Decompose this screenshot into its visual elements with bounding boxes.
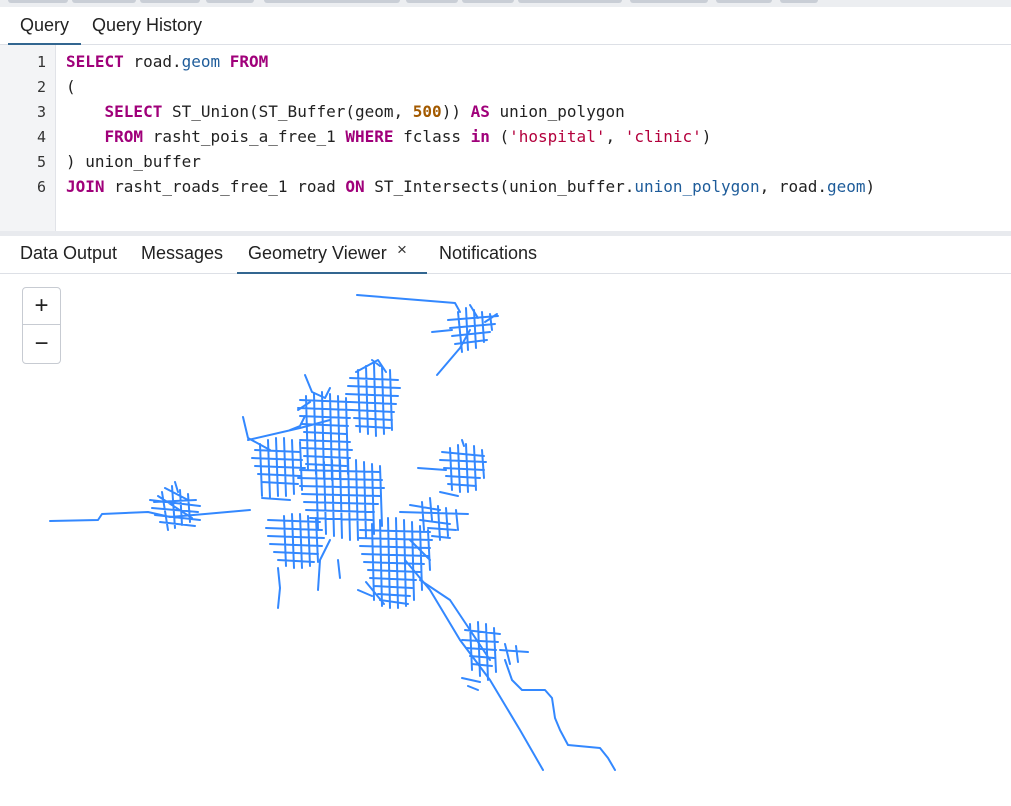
zoom-out-button[interactable]: −	[23, 326, 60, 363]
road-line	[317, 539, 341, 591]
road-line	[431, 304, 499, 353]
road-line	[417, 439, 487, 497]
zoom-in-button[interactable]: +	[23, 288, 60, 325]
road-line	[304, 374, 331, 399]
road-line	[399, 497, 469, 561]
road-geometry-layer	[49, 294, 616, 771]
road-line	[357, 517, 433, 609]
road-line	[265, 513, 325, 609]
road-line	[504, 659, 616, 771]
road-line	[356, 294, 461, 313]
road-line	[49, 509, 251, 522]
road-line	[345, 359, 401, 437]
zoom-control: + −	[22, 287, 61, 364]
road-line	[149, 481, 201, 531]
